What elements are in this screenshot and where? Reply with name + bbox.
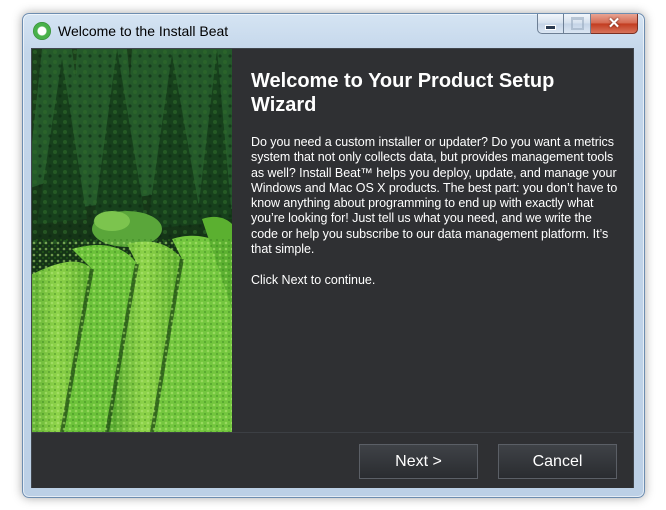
wizard-panel: Welcome to Your Product Setup Wizard Do … [31,48,634,488]
button-bar: Next > Cancel [32,432,633,488]
minimize-button[interactable] [537,14,564,34]
installer-window: Welcome to the Install Beat ✕ Welcome to… [22,13,645,498]
welcome-content: Welcome to Your Product Setup Wizard Do … [251,69,621,288]
title-bar[interactable]: Welcome to the Install Beat ✕ [23,14,644,48]
tea-plantation-image-graphic [32,49,232,432]
continue-instruction: Click Next to continue. [251,273,376,288]
window-title: Welcome to the Install Beat [58,23,229,39]
maximize-button [564,14,591,34]
close-icon: ✕ [607,15,621,32]
maximize-icon [570,17,584,30]
next-button[interactable]: Next > [359,444,478,479]
minimize-icon [545,24,556,30]
description-text: Do you need a custom installer or update… [251,135,618,257]
install-beat-logo-icon [33,22,51,40]
page-title: Welcome to Your Product Setup Wizard [251,70,555,116]
tea-plantation-image [32,49,232,432]
close-button[interactable]: ✕ [591,14,638,34]
cancel-button[interactable]: Cancel [498,444,617,479]
window-controls: ✕ [537,14,638,35]
